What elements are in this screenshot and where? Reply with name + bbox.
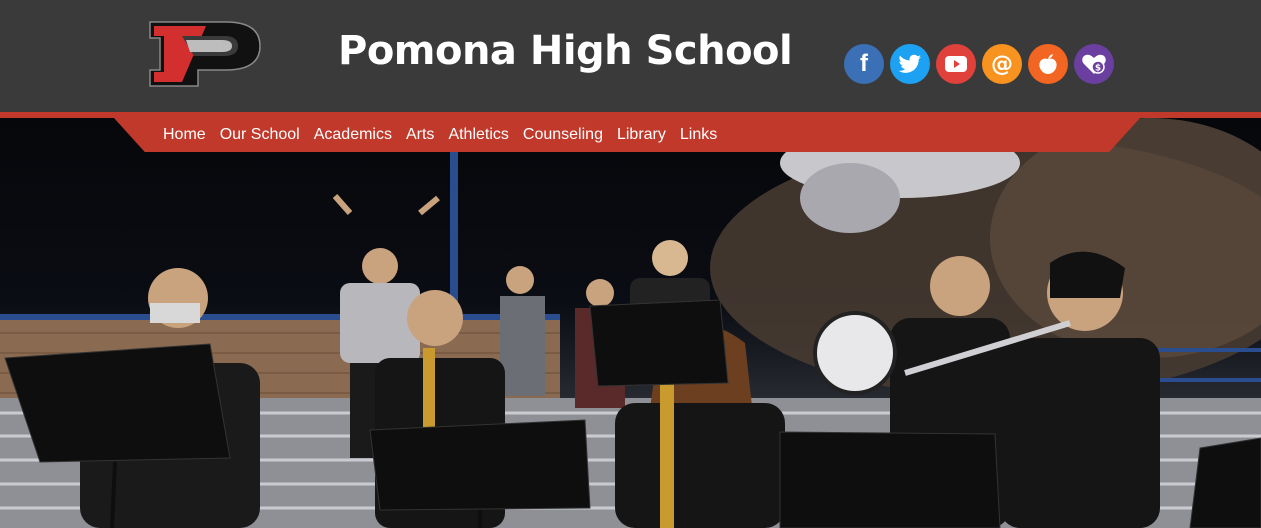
pomona-p-logo-icon[interactable] xyxy=(146,20,264,88)
twitter-icon[interactable] xyxy=(890,44,930,84)
band-photo-illustration xyxy=(0,118,1261,528)
site-title: Pomona High School xyxy=(338,28,793,74)
nav-item-athletics[interactable]: Athletics xyxy=(441,126,515,144)
svg-text:$: $ xyxy=(1095,64,1101,74)
nav-item-links[interactable]: Links xyxy=(673,126,724,144)
peach-icon[interactable] xyxy=(1028,44,1068,84)
nav-item-library[interactable]: Library xyxy=(610,126,673,144)
site-header: Pomona High School f @ $ xyxy=(0,0,1261,112)
main-nav: Home Our School Academics Arts Athletics… xyxy=(163,118,724,152)
nav-item-home[interactable]: Home xyxy=(163,126,213,144)
band-photo xyxy=(0,118,1261,528)
nav-item-our-school[interactable]: Our School xyxy=(213,126,307,144)
nav-item-academics[interactable]: Academics xyxy=(307,126,399,144)
social-links: f @ $ xyxy=(844,44,1114,84)
nav-item-counseling[interactable]: Counseling xyxy=(516,126,610,144)
at-sign-icon[interactable]: @ xyxy=(982,44,1022,84)
nav-item-arts[interactable]: Arts xyxy=(399,126,441,144)
youtube-icon[interactable] xyxy=(936,44,976,84)
heart-dollar-icon[interactable]: $ xyxy=(1074,44,1114,84)
facebook-icon[interactable]: f xyxy=(844,44,884,84)
